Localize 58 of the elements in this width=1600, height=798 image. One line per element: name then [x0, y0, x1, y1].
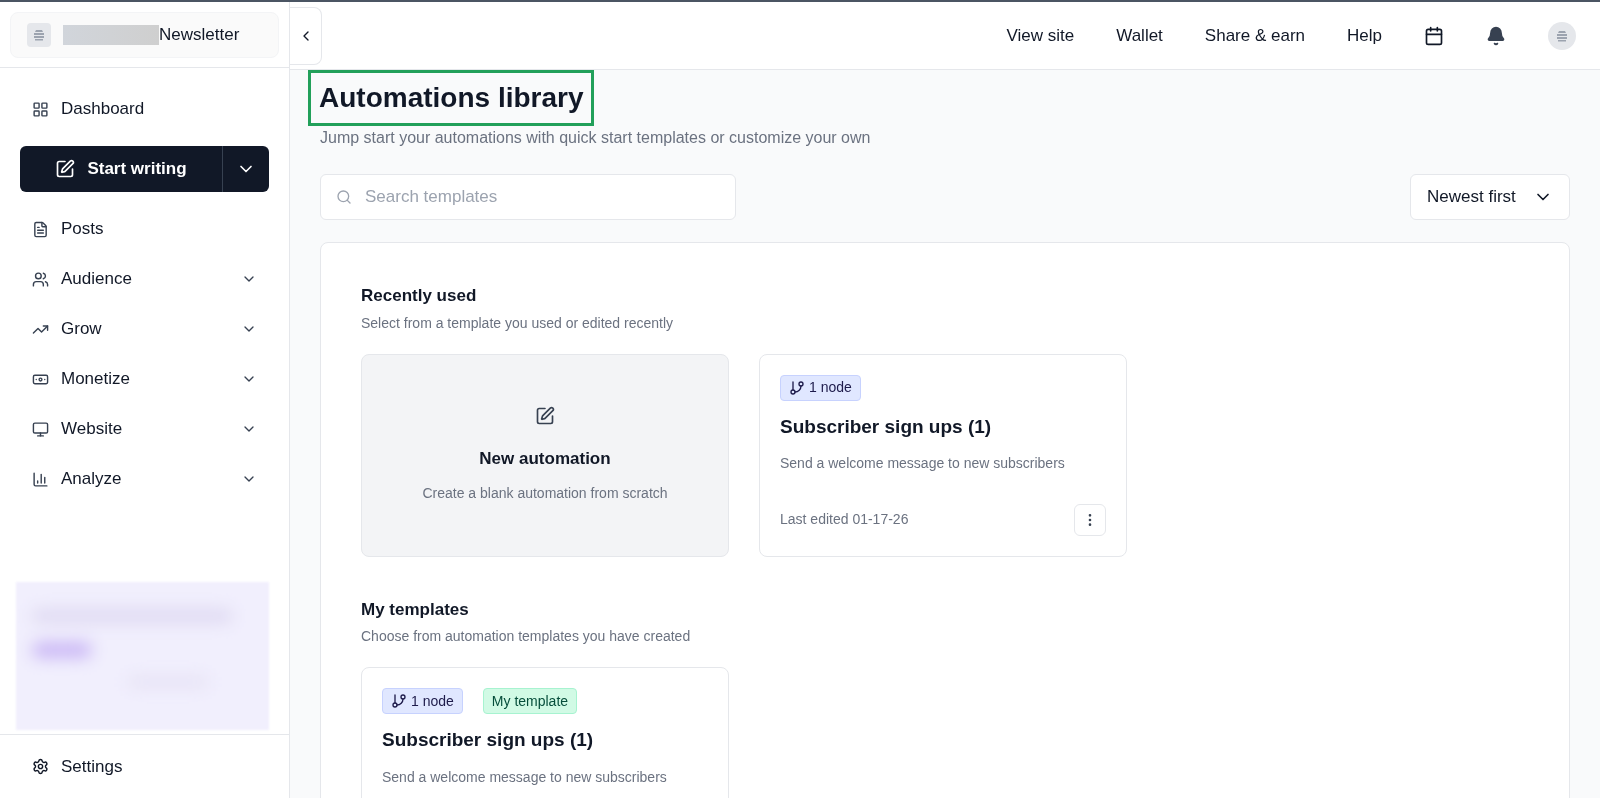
grid-icon — [32, 100, 49, 118]
nav-label: Website — [61, 418, 124, 441]
template-card[interactable]: 1 node Subscriber sign ups (1) Send a welcome message to new subscribers Last edited 01-17-26 — [759, 353, 1127, 557]
card-description: Send a welcome message to new subscribers — [382, 767, 668, 787]
section-title: My templates — [361, 598, 470, 621]
nav-label: Analyze — [61, 468, 123, 491]
section-subtitle: Select from a template you used or edited recently — [361, 313, 675, 333]
edit-icon — [55, 159, 76, 179]
nav-item[interactable]: Website — [0, 404, 289, 454]
top-nav-link[interactable]: Share & earn — [1204, 22, 1306, 49]
last-edited-text: Last edited 01-17-26 — [780, 510, 909, 529]
card-title: Subscriber sign ups (1) — [382, 728, 595, 752]
edit-icon — [535, 405, 555, 426]
page-subtitle: Jump start your automations with quick start templates or customize your own — [320, 128, 872, 148]
branch-icon — [391, 693, 407, 709]
document-icon — [32, 220, 49, 238]
top-nav-link[interactable]: Wallet — [1116, 22, 1163, 49]
nav-item[interactable]: Posts — [0, 204, 289, 254]
search-icon — [336, 189, 352, 205]
bell-icon[interactable] — [1486, 25, 1506, 46]
nav-label: Grow — [61, 318, 103, 341]
section-subtitle: Choose from automation templates you have created — [361, 627, 692, 646]
nav-label: Monetize — [61, 368, 131, 391]
publication-name: Newsletter — [159, 23, 240, 46]
publication-switcher[interactable]: Newsletter — [10, 11, 279, 58]
nav-item[interactable]: Audience — [0, 254, 289, 304]
card-title: Subscriber sign ups (1) — [780, 414, 993, 439]
card-description: Send a welcome message to new subscribers — [780, 454, 1066, 473]
nav-item[interactable]: Dashboard — [0, 84, 289, 134]
sort-dropdown[interactable]: Newest first — [1410, 174, 1570, 220]
node-count-badge: 1 node — [382, 688, 463, 714]
template-card[interactable]: 1 node My template Subscriber sign ups (1) Send a welcome message to new subscribers — [361, 667, 729, 798]
nav-label: Posts — [61, 218, 105, 241]
calendar-icon[interactable] — [1424, 25, 1444, 46]
node-count-badge: 1 node — [780, 374, 861, 401]
nav-item[interactable]: Analyze — [0, 454, 289, 504]
template-badge: My template — [482, 688, 578, 714]
settings-item[interactable]: Settings — [32, 753, 123, 780]
section-title: Recently used — [361, 285, 478, 307]
more-options-button[interactable] — [1074, 503, 1106, 536]
monitor-icon — [32, 420, 49, 438]
card-title: New automation — [479, 447, 611, 470]
users-icon — [32, 270, 49, 288]
avatar[interactable] — [1548, 21, 1576, 50]
new-automation-card[interactable]: New automation Create a blank automation from scratch — [361, 353, 729, 557]
start-writing-button[interactable]: Start writing — [20, 146, 223, 192]
nav-label: Dashboard — [61, 98, 146, 121]
top-nav-link[interactable]: View site — [1006, 22, 1075, 49]
search-field[interactable]: Search templates — [320, 174, 736, 220]
branch-icon — [789, 379, 805, 396]
settings-icon — [32, 758, 49, 775]
nav-label: Audience — [61, 268, 133, 291]
nav-item[interactable]: Monetize — [0, 354, 289, 404]
page-title: Automations library — [308, 70, 595, 126]
bar-chart-icon — [32, 470, 49, 488]
card-description: Create a blank automation from scratch — [422, 484, 668, 504]
top-nav-link[interactable]: Help — [1347, 22, 1382, 49]
nav-item[interactable]: Grow — [0, 304, 289, 354]
